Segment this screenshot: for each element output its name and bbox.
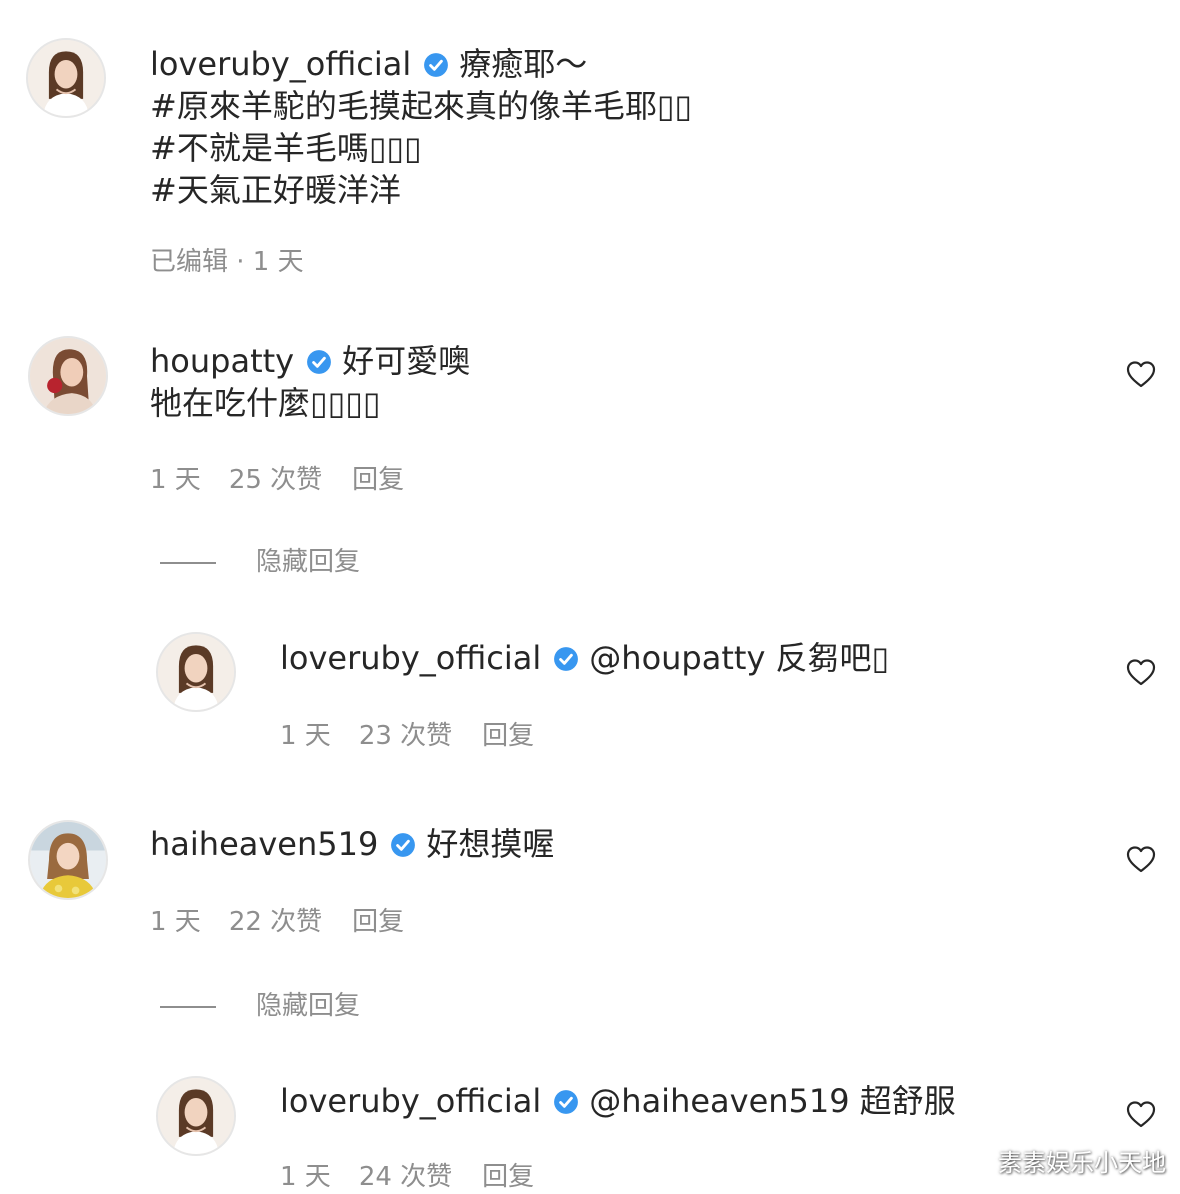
comment-time: 1 天 bbox=[150, 465, 201, 495]
comment-likes[interactable]: 25 次赞 bbox=[229, 463, 322, 497]
reply-time: 1 天 bbox=[280, 721, 331, 751]
heart-outline-icon[interactable] bbox=[1126, 658, 1156, 686]
reply-time: 1 天 bbox=[280, 1162, 331, 1192]
post-caption-line: #原來羊駝的毛摸起來真的像羊毛耶▯▯ bbox=[150, 87, 693, 125]
reply-header-line: loveruby_official @houpatty 反芻吧▯ bbox=[280, 637, 889, 679]
heart-outline-icon[interactable] bbox=[1126, 1100, 1156, 1128]
reply-meta: 1 天 24 次赞 回复 bbox=[280, 1160, 534, 1194]
verified-badge-icon bbox=[390, 832, 416, 858]
comment-username[interactable]: haiheaven519 bbox=[150, 825, 378, 863]
post-caption-line: 療癒耶～ bbox=[459, 45, 588, 83]
reply-likes[interactable]: 24 次赞 bbox=[359, 1160, 452, 1194]
comment-text: 好可愛噢 bbox=[342, 342, 471, 380]
post-caption-line: #不就是羊毛嗎▯▯▯ bbox=[150, 129, 422, 167]
reply-button[interactable]: 回复 bbox=[352, 905, 404, 939]
comment-text: 好想摸喔 bbox=[426, 825, 555, 863]
reply-header-line: loveruby_official @haiheaven519 超舒服 bbox=[280, 1080, 956, 1122]
watermark: 素素娱乐小天地 bbox=[998, 1149, 1166, 1177]
comment-meta: 1 天 22 次赞 回复 bbox=[150, 905, 404, 939]
reply-button[interactable]: 回复 bbox=[482, 719, 534, 753]
heart-outline-icon[interactable] bbox=[1126, 360, 1156, 388]
hide-replies-button[interactable]: 隐藏回复 bbox=[160, 545, 360, 579]
reply-avatar[interactable] bbox=[156, 1076, 236, 1156]
post-header-line: loveruby_official 療癒耶～ bbox=[150, 43, 587, 85]
reply-text: @houpatty 反芻吧▯ bbox=[589, 639, 890, 677]
comment-likes[interactable]: 22 次赞 bbox=[229, 905, 322, 939]
heart-outline-icon[interactable] bbox=[1126, 845, 1156, 873]
post-avatar[interactable] bbox=[26, 38, 106, 118]
reply-meta: 1 天 23 次赞 回复 bbox=[280, 719, 534, 753]
comment-username[interactable]: houpatty bbox=[150, 342, 294, 380]
verified-badge-icon bbox=[306, 349, 332, 375]
reply-username[interactable]: loveruby_official bbox=[280, 1082, 541, 1120]
divider bbox=[160, 1005, 216, 1008]
post-username[interactable]: loveruby_official bbox=[150, 45, 411, 83]
reply-button[interactable]: 回复 bbox=[352, 463, 404, 497]
verified-badge-icon bbox=[423, 52, 449, 78]
hide-replies-button[interactable]: 隐藏回复 bbox=[160, 989, 360, 1023]
comment-header-line: haiheaven519 好想摸喔 bbox=[150, 823, 554, 865]
comment-time: 1 天 bbox=[150, 907, 201, 937]
comment-meta: 1 天 25 次赞 回复 bbox=[150, 463, 404, 497]
post-caption-line: #天氣正好暖洋洋 bbox=[150, 171, 401, 209]
comment-avatar[interactable] bbox=[28, 820, 108, 900]
reply-avatar[interactable] bbox=[156, 632, 236, 712]
reply-text: @haiheaven519 超舒服 bbox=[589, 1082, 956, 1120]
comment-avatar[interactable] bbox=[28, 336, 108, 416]
comment-text: 牠在吃什麼▯▯▯▯ bbox=[150, 384, 381, 422]
verified-badge-icon bbox=[553, 1089, 579, 1115]
hide-replies-label: 隐藏回复 bbox=[256, 547, 361, 577]
reply-button[interactable]: 回复 bbox=[482, 1160, 534, 1194]
hide-replies-label: 隐藏回复 bbox=[256, 991, 361, 1021]
reply-likes[interactable]: 23 次赞 bbox=[359, 719, 452, 753]
reply-username[interactable]: loveruby_official bbox=[280, 639, 541, 677]
divider bbox=[160, 561, 216, 564]
verified-badge-icon bbox=[553, 646, 579, 672]
comment-header-line: houpatty 好可愛噢 bbox=[150, 340, 470, 382]
post-meta: 已编辑 · 1 天 bbox=[150, 247, 304, 277]
